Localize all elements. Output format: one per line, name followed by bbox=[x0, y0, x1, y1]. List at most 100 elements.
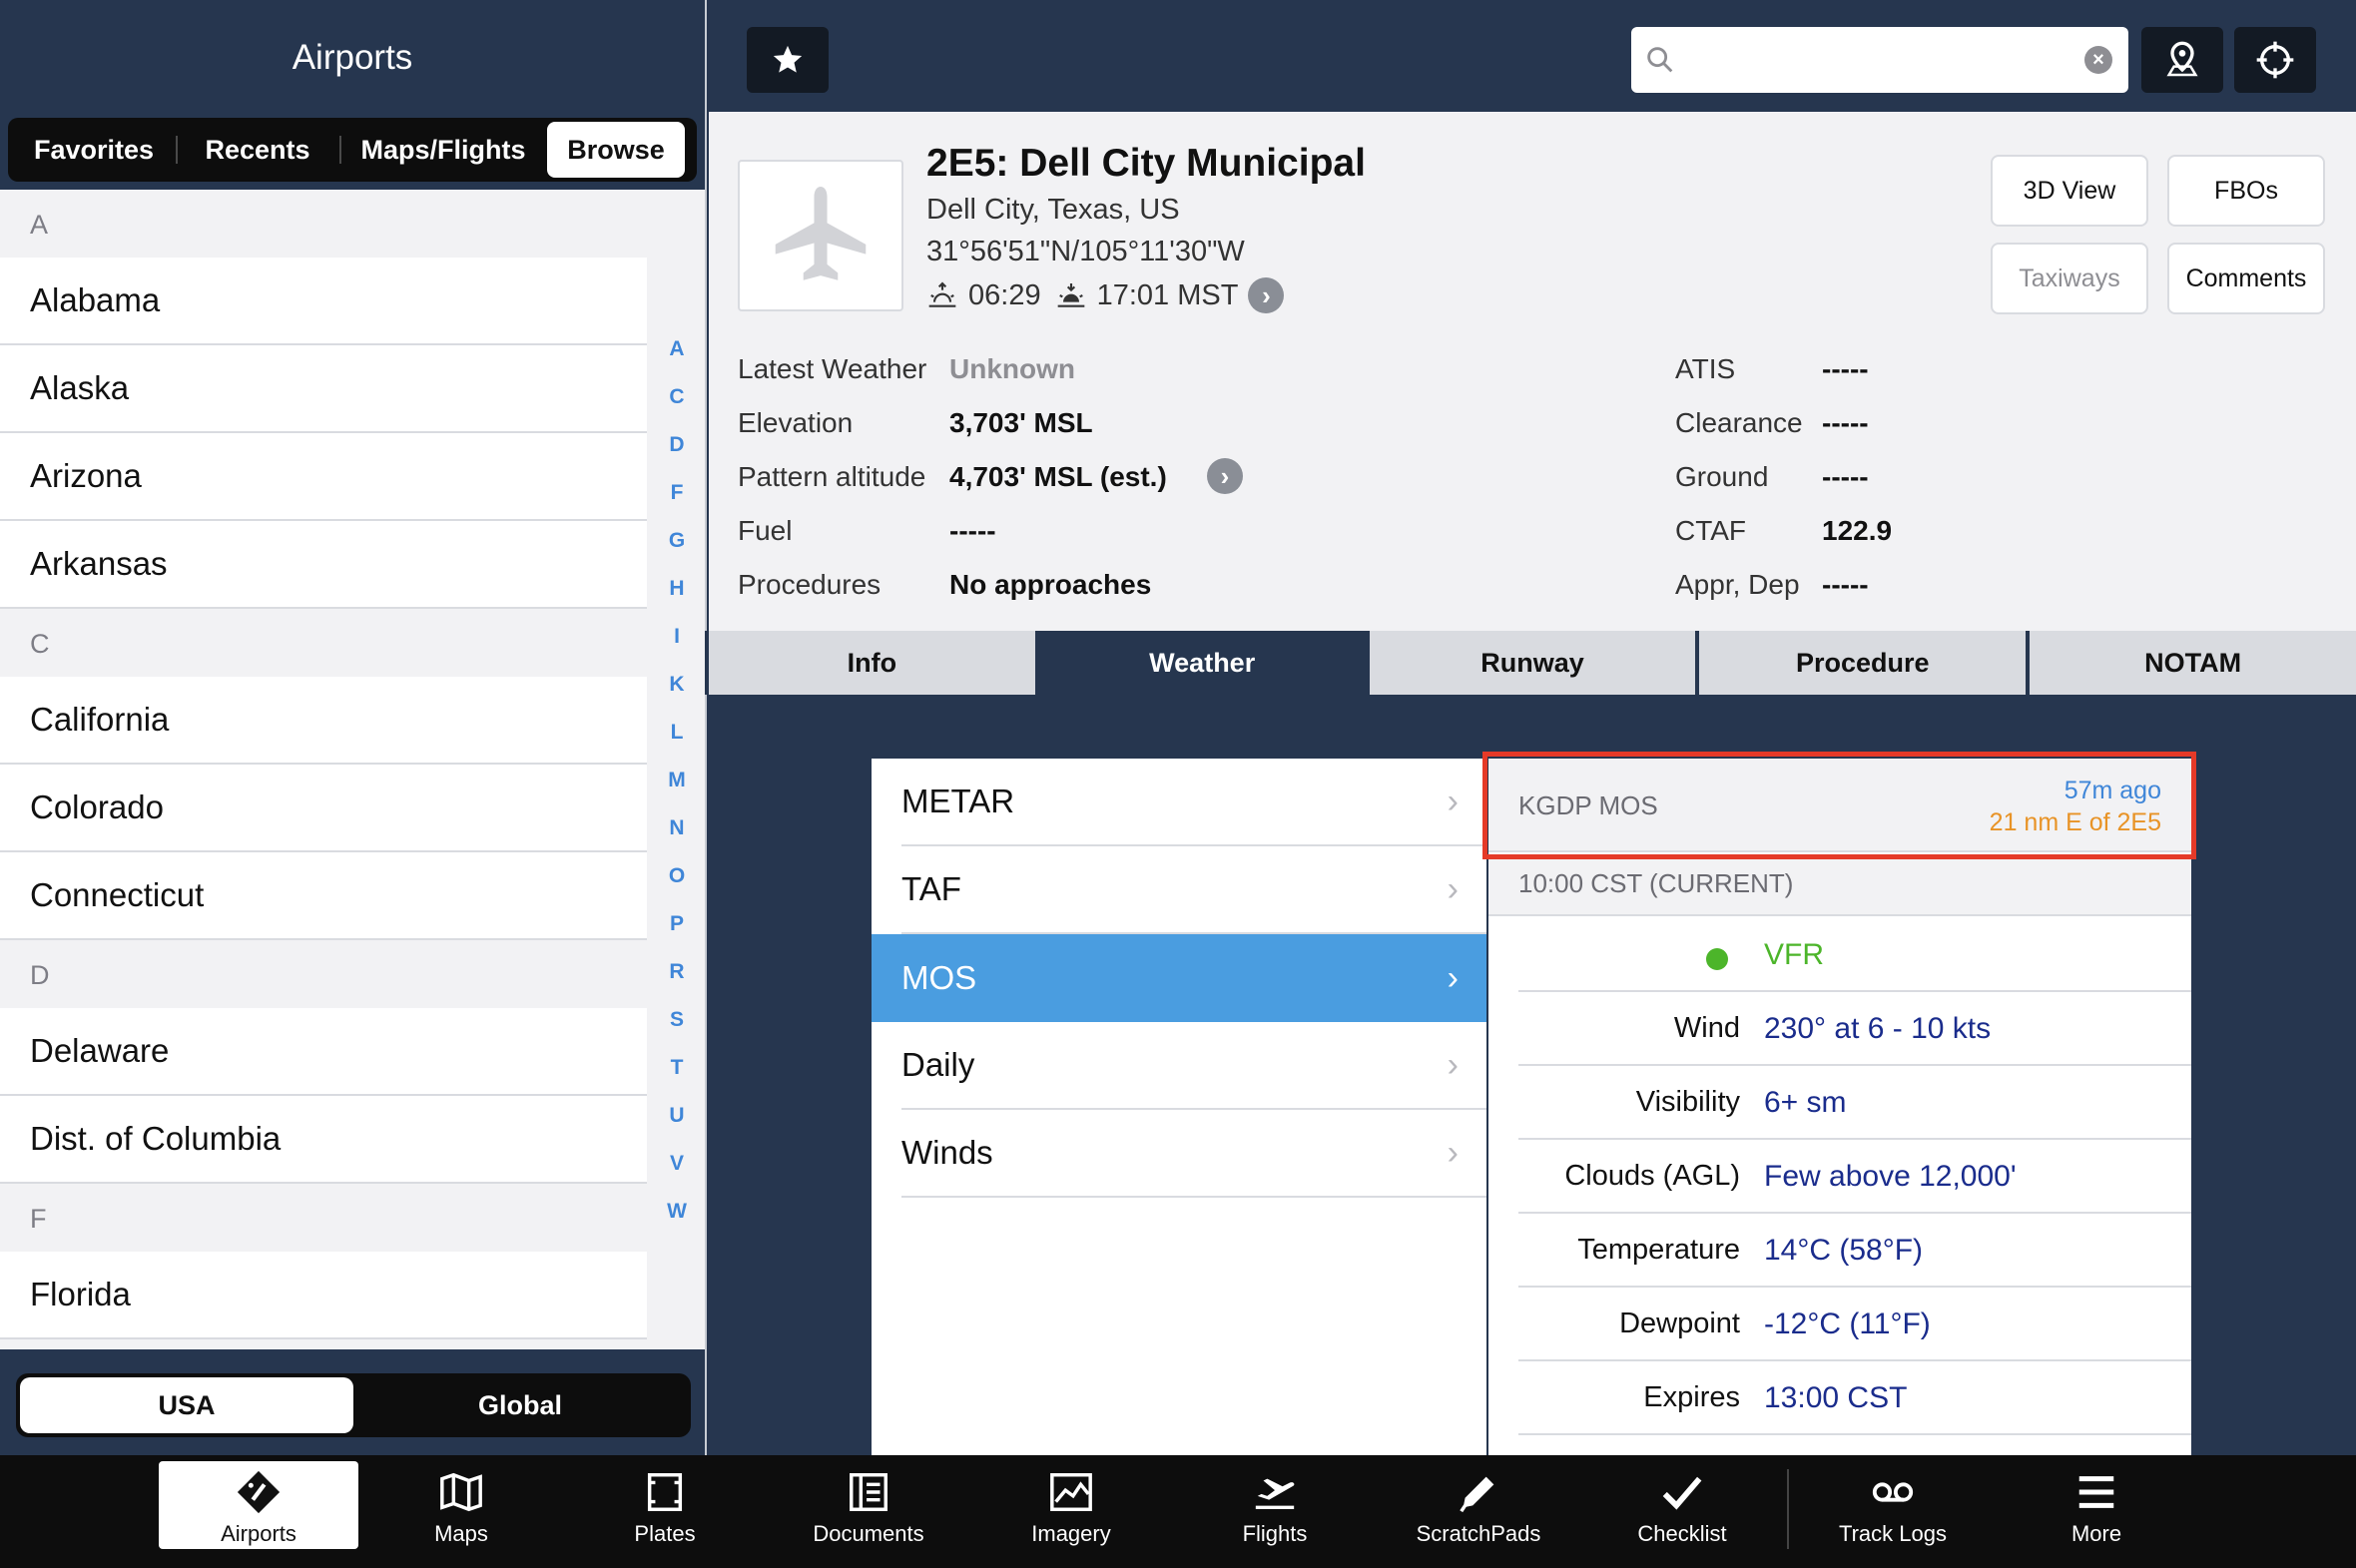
list-item[interactable]: California bbox=[0, 677, 647, 765]
tab-label: Documents bbox=[813, 1521, 924, 1546]
bottom-tab-airports[interactable]: Airports bbox=[159, 1461, 358, 1549]
tab-procedure[interactable]: Procedure bbox=[1699, 631, 2027, 695]
list-item[interactable]: Dist. of Columbia bbox=[0, 1096, 647, 1184]
bottom-tab-track-logs[interactable]: Track Logs bbox=[1793, 1461, 1993, 1549]
comments-button[interactable]: Comments bbox=[2167, 243, 2325, 314]
list-item[interactable]: Florida bbox=[0, 1252, 647, 1339]
favorite-button[interactable] bbox=[747, 27, 829, 93]
mos-row-dewpoint: Dewpoint -12°C (11°F) bbox=[1518, 1288, 2191, 1361]
imagery-icon bbox=[1050, 1473, 1092, 1511]
maps-icon bbox=[440, 1472, 482, 1512]
list-item[interactable]: Delaware bbox=[0, 1008, 647, 1096]
map-pin-icon bbox=[2166, 41, 2198, 77]
airport-title: 2E5: Dell City Municipal bbox=[926, 142, 1366, 185]
fbos-button[interactable]: FBOs bbox=[2167, 155, 2325, 227]
list-item[interactable]: Alaska bbox=[0, 345, 647, 433]
region-global-button[interactable]: Global bbox=[353, 1377, 687, 1433]
index-letter[interactable]: H bbox=[659, 565, 695, 613]
3d-view-button[interactable]: 3D View bbox=[1991, 155, 2148, 227]
weather-menu-winds[interactable]: Winds › bbox=[901, 1110, 1486, 1198]
list-item[interactable]: Alabama bbox=[0, 258, 647, 345]
documents-icon bbox=[850, 1473, 887, 1511]
menu-label: METAR bbox=[901, 783, 1015, 819]
region-usa-button[interactable]: USA bbox=[20, 1377, 353, 1433]
bottom-tab-documents[interactable]: Documents bbox=[769, 1461, 968, 1549]
index-letter[interactable]: G bbox=[659, 517, 695, 565]
index-letter[interactable]: L bbox=[659, 709, 695, 757]
search-icon bbox=[1647, 47, 1673, 73]
chevron-right-icon: › bbox=[1447, 869, 1459, 908]
index-letter[interactable]: R bbox=[659, 948, 695, 996]
chevron-right-icon[interactable]: › bbox=[1207, 458, 1243, 494]
bottom-tab-imagery[interactable]: Imagery bbox=[971, 1461, 1171, 1549]
index-letter[interactable]: O bbox=[659, 852, 695, 900]
row-label: Visibility bbox=[1635, 1086, 1740, 1118]
tab-info[interactable]: Info bbox=[709, 631, 1035, 695]
weather-menu-taf[interactable]: TAF › bbox=[901, 846, 1486, 934]
detail-value: 4,703' MSL (est.) bbox=[949, 461, 1167, 492]
index-letter[interactable]: V bbox=[659, 1140, 695, 1188]
tab-notam[interactable]: NOTAM bbox=[2030, 631, 2356, 695]
detail-label: Procedures bbox=[738, 569, 882, 600]
weather-menu-daily[interactable]: Daily › bbox=[901, 1022, 1486, 1110]
index-letter[interactable]: K bbox=[659, 661, 695, 709]
detail-label: Elevation bbox=[738, 407, 854, 438]
index-letter[interactable]: F bbox=[659, 469, 695, 517]
tab-favorites[interactable]: Favorites bbox=[12, 122, 176, 178]
taxiways-button[interactable]: Taxiways bbox=[1991, 243, 2148, 314]
weather-menu-mos[interactable]: MOS › bbox=[872, 934, 1486, 1022]
tab-recents[interactable]: Recents bbox=[176, 122, 339, 178]
row-value: 230° at 6 - 10 kts bbox=[1764, 1012, 1992, 1045]
detail-value: ----- bbox=[1822, 569, 1869, 600]
index-letter[interactable]: M bbox=[659, 757, 695, 804]
more-icon bbox=[2078, 1476, 2114, 1508]
bottom-tab-maps[interactable]: Maps bbox=[361, 1461, 561, 1549]
index-letter[interactable]: W bbox=[659, 1188, 695, 1236]
index-letter[interactable]: N bbox=[659, 804, 695, 852]
row-label: Expires bbox=[1643, 1381, 1740, 1413]
sunrise-time: 06:29 bbox=[968, 278, 1041, 311]
alphabet-index[interactable]: A C D F G H I K L M N O P R S T U V W bbox=[659, 325, 695, 1236]
mos-rows: VFR Wind 230° at 6 - 10 kts Visibility 6… bbox=[1518, 918, 2191, 1435]
index-letter[interactable]: I bbox=[659, 613, 695, 661]
list-item[interactable]: Arizona bbox=[0, 433, 647, 521]
sunset-time: 17:01 MST bbox=[1096, 278, 1239, 311]
tab-browse[interactable]: Browse bbox=[547, 122, 685, 178]
row-value: -12°C (11°F) bbox=[1764, 1307, 1931, 1340]
clear-search-icon[interactable]: × bbox=[2084, 46, 2112, 74]
detail-label: Ground bbox=[1675, 461, 1769, 492]
tab-weather[interactable]: Weather bbox=[1038, 631, 1366, 695]
star-icon bbox=[773, 45, 803, 73]
list-item[interactable]: Connecticut bbox=[0, 852, 647, 940]
list-item[interactable]: Arkansas bbox=[0, 521, 647, 609]
index-letter[interactable]: A bbox=[659, 325, 695, 373]
locate-button[interactable] bbox=[2234, 27, 2316, 93]
search-input[interactable] bbox=[1687, 37, 2066, 83]
tab-maps-flights[interactable]: Maps/Flights bbox=[339, 122, 547, 178]
index-letter[interactable]: U bbox=[659, 1092, 695, 1140]
airport-thumbnail[interactable] bbox=[738, 160, 903, 311]
forecast-period: 10:00 CST (CURRENT) bbox=[1488, 854, 2191, 916]
airport-tabs: Info Weather Runway Procedure NOTAM bbox=[705, 631, 2356, 695]
station-highlight-box bbox=[1482, 752, 2196, 859]
chevron-right-icon[interactable]: › bbox=[1248, 277, 1285, 313]
map-pin-button[interactable] bbox=[2141, 27, 2223, 93]
weather-menu-metar[interactable]: METAR › bbox=[901, 759, 1486, 846]
bottom-tab-plates[interactable]: Plates bbox=[565, 1461, 765, 1549]
bottom-tab-flights[interactable]: Flights bbox=[1175, 1461, 1375, 1549]
search-field[interactable]: × bbox=[1631, 27, 2128, 93]
tab-runway[interactable]: Runway bbox=[1369, 631, 1696, 695]
bottom-tab-scratchpads[interactable]: ScratchPads bbox=[1379, 1461, 1578, 1549]
row-label: Clouds (AGL) bbox=[1564, 1160, 1740, 1192]
index-letter[interactable]: C bbox=[659, 373, 695, 421]
index-letter[interactable]: S bbox=[659, 996, 695, 1044]
list-item[interactable]: Colorado bbox=[0, 765, 647, 852]
index-letter[interactable]: P bbox=[659, 900, 695, 948]
bottom-tab-checklist[interactable]: Checklist bbox=[1582, 1461, 1782, 1549]
bottom-tab-more[interactable]: More bbox=[1997, 1461, 2196, 1549]
detail-label: ATIS bbox=[1675, 353, 1736, 384]
mos-row-visibility: Visibility 6+ sm bbox=[1518, 1066, 2191, 1140]
index-letter[interactable]: D bbox=[659, 421, 695, 469]
index-letter[interactable]: T bbox=[659, 1044, 695, 1092]
menu-label: MOS bbox=[901, 959, 977, 996]
